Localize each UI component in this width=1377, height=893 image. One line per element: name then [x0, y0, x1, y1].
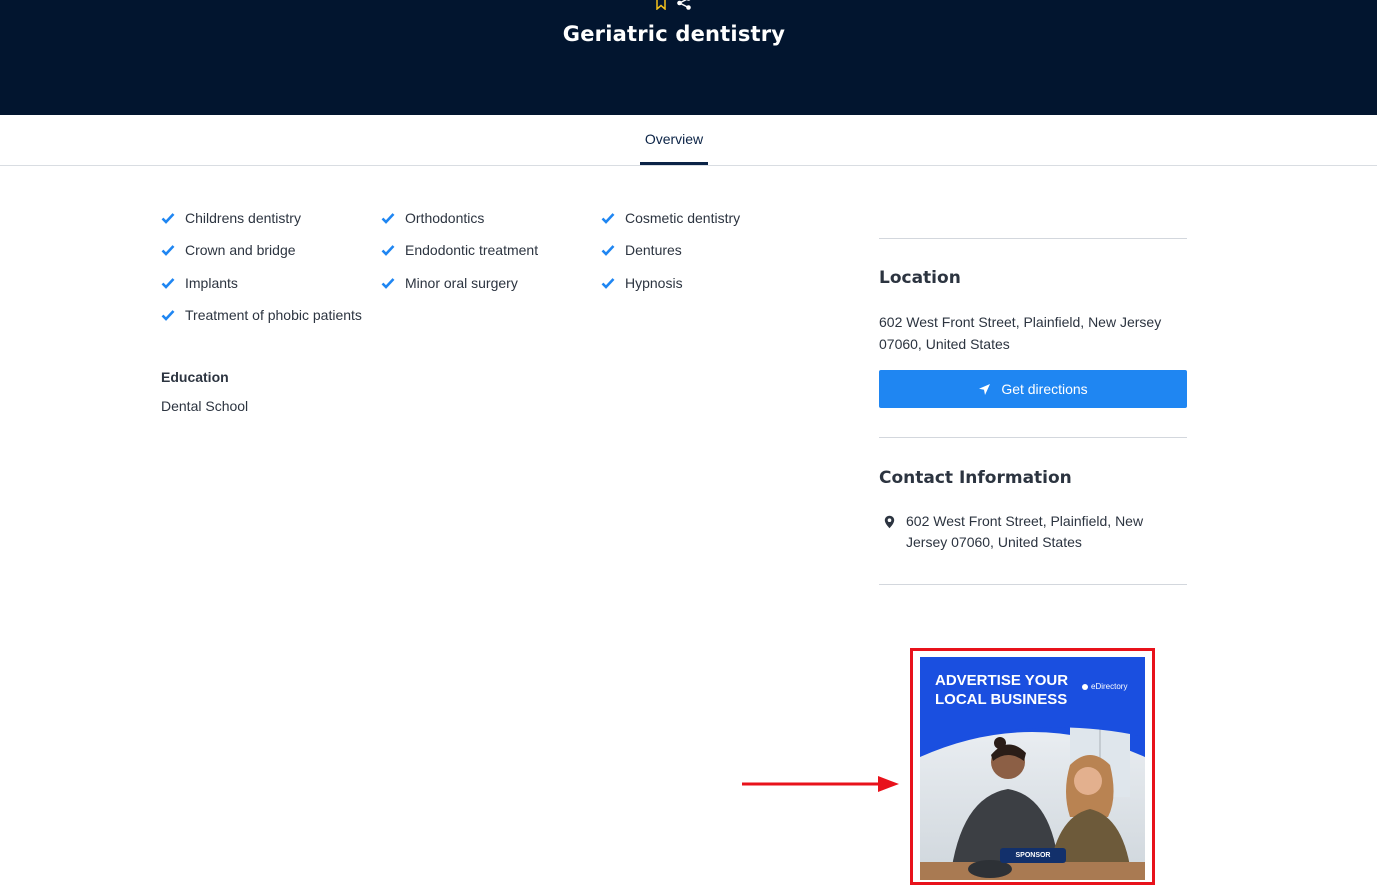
sponsor-brand-label: eDirectory [1091, 682, 1128, 691]
navigation-arrow-icon [979, 383, 991, 395]
sponsor-headline: ADVERTISE YOUR LOCAL BUSINESS [935, 672, 1069, 708]
feature-item: Cosmetic dentistry [601, 210, 740, 226]
sponsor-banner[interactable]: ADVERTISE YOUR LOCAL BUSINESS eDirectory… [920, 657, 1145, 880]
check-icon [601, 245, 615, 256]
get-directions-button[interactable]: Get directions [879, 370, 1187, 408]
contact-address: 602 West Front Street, Plainfield, New J… [906, 513, 1144, 550]
feature-label: Endodontic treatment [405, 242, 539, 258]
get-directions-label: Get directions [1001, 381, 1088, 397]
bookmark-icon[interactable] [654, 0, 668, 15]
feature-item: Dentures [601, 242, 682, 258]
check-icon [381, 213, 395, 224]
tab-overview[interactable]: Overview [640, 115, 708, 166]
feature-item: Treatment of phobic patients [161, 307, 362, 323]
check-icon [381, 245, 395, 256]
feature-label: Orthodontics [405, 210, 485, 226]
feature-item: Childrens dentistry [161, 210, 301, 226]
location-address: 602 West Front Street, Plainfield, New J… [879, 314, 1162, 352]
feature-item: Hypnosis [601, 275, 683, 291]
feature-label: Hypnosis [625, 275, 683, 291]
check-icon [601, 213, 615, 224]
contact-heading: Contact Information [879, 468, 1072, 488]
brand-logo-icon [1082, 683, 1088, 690]
feature-label: Implants [185, 275, 238, 291]
share-icon[interactable] [676, 0, 692, 15]
location-heading: Location [879, 268, 961, 288]
feature-label: Childrens dentistry [185, 210, 301, 226]
feature-item: Crown and bridge [161, 242, 296, 258]
feature-label: Dentures [625, 242, 682, 258]
tab-bar: Overview [0, 115, 1377, 166]
feature-item: Endodontic treatment [381, 242, 538, 258]
check-icon [381, 278, 395, 289]
check-icon [161, 245, 175, 256]
active-tab-indicator [640, 162, 708, 165]
check-icon [161, 213, 175, 224]
feature-label: Crown and bridge [185, 242, 296, 258]
feature-item: Minor oral surgery [381, 275, 518, 291]
page-title: Geriatric dentistry [562, 22, 786, 46]
feature-label: Treatment of phobic patients [185, 307, 362, 323]
check-icon [601, 278, 615, 289]
education-label: Education [161, 369, 229, 385]
section-divider [879, 437, 1187, 438]
check-icon [161, 310, 175, 321]
feature-label: Minor oral surgery [405, 275, 518, 291]
section-divider [879, 584, 1187, 585]
page-header: Geriatric dentistry [0, 0, 1377, 115]
sponsor-badge: SPONSOR [1000, 848, 1066, 863]
annotation-arrow-icon [742, 776, 899, 792]
sponsor-brand: eDirectory [1082, 682, 1127, 691]
check-icon [161, 278, 175, 289]
contact-address-row: 602 West Front Street, Plainfield, New J… [884, 511, 1176, 553]
feature-item: Implants [161, 275, 238, 291]
header-actions [654, 0, 692, 15]
section-divider [879, 238, 1187, 239]
map-pin-icon [884, 511, 898, 553]
feature-item: Orthodontics [381, 210, 484, 226]
feature-label: Cosmetic dentistry [625, 210, 741, 226]
education-value: Dental School [161, 398, 249, 414]
